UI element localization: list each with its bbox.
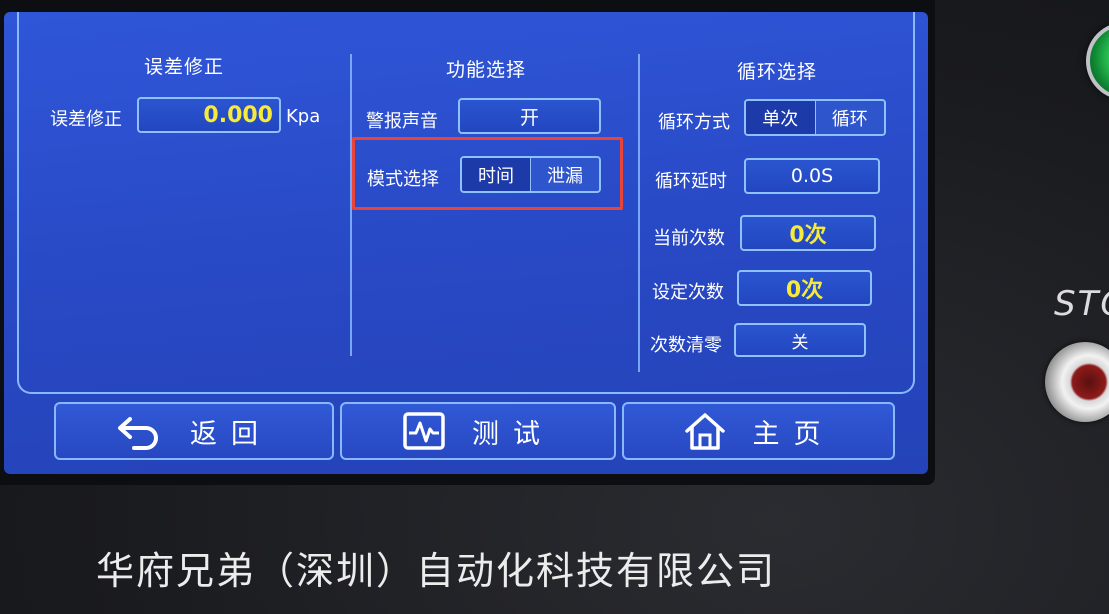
cycle-option-loop[interactable]: 循环	[815, 101, 884, 134]
cycle-option-single[interactable]: 单次	[746, 101, 815, 134]
home-button-label: 主页	[752, 418, 835, 450]
count-clear-toggle[interactable]: 关	[734, 323, 866, 357]
error-correction-input[interactable]: 0.000	[137, 97, 281, 133]
back-arrow-icon	[118, 417, 158, 450]
error-correction-title: 误差修正	[143, 56, 224, 78]
cycle-delay-label: 循环延时	[655, 171, 727, 192]
test-button-label: 测试	[472, 418, 554, 450]
test-button[interactable]: 测试	[340, 402, 616, 460]
set-count-input[interactable]: 0次	[737, 270, 872, 306]
cycle-select-title: 循环选择	[736, 61, 817, 83]
home-button[interactable]: 主页	[622, 402, 895, 460]
device-housing: 误差修正 误差修正 0.000 Kpa 功能选择 警报声音 开 模式选择 时间 …	[0, 0, 1109, 614]
current-count-label: 当前次数	[653, 228, 725, 249]
set-count-label: 设定次数	[652, 282, 724, 303]
cycle-mode-label: 循环方式	[658, 112, 730, 133]
waveform-icon	[403, 412, 445, 450]
annotation-highlight-box	[352, 137, 623, 210]
stop-label: STO	[1054, 284, 1109, 324]
error-correction-label: 误差修正	[50, 109, 122, 130]
function-select-title: 功能选择	[445, 59, 526, 81]
stop-button[interactable]	[1045, 342, 1109, 422]
alarm-sound-toggle[interactable]: 开	[458, 98, 601, 134]
alarm-sound-label: 警报声音	[366, 111, 438, 132]
cycle-mode-segment: 单次 循环	[744, 99, 886, 136]
hmi-screen: 误差修正 误差修正 0.000 Kpa 功能选择 警报声音 开 模式选择 时间 …	[4, 12, 928, 474]
company-name: 华府兄弟（深圳）自动化科技有限公司	[96, 549, 777, 593]
column-divider	[638, 54, 640, 372]
current-count-value: 0次	[740, 215, 876, 251]
back-button-label: 返回	[190, 418, 272, 450]
cycle-delay-input[interactable]: 0.0S	[744, 158, 880, 194]
back-button[interactable]: 返回	[54, 402, 334, 460]
green-indicator-lamp	[1086, 22, 1109, 100]
pressure-unit: Kpa	[286, 106, 321, 127]
home-icon	[684, 413, 725, 450]
screen-bezel: 误差修正 误差修正 0.000 Kpa 功能选择 警报声音 开 模式选择 时间 …	[0, 0, 935, 485]
count-clear-label: 次数清零	[650, 335, 722, 356]
